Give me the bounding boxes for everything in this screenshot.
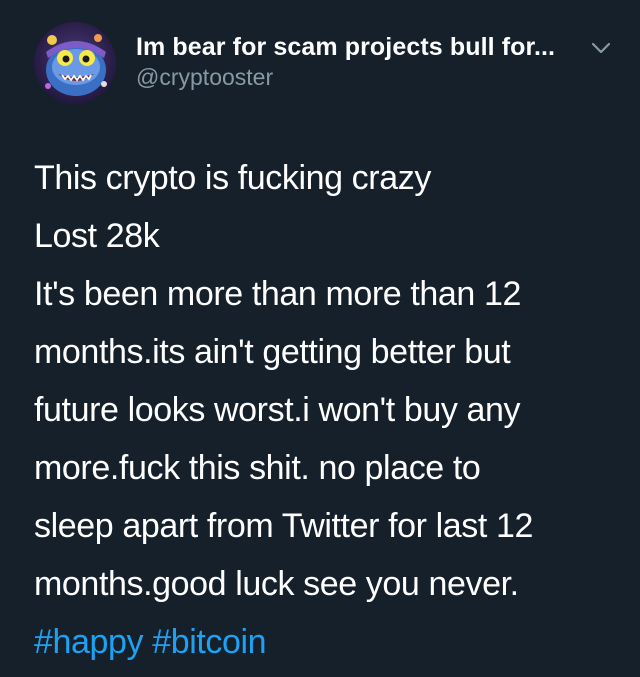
author-handle[interactable]: @cryptooster xyxy=(136,64,273,91)
tweet-text-line: future looks worst.i won't buy any xyxy=(34,391,521,429)
author-avatar[interactable] xyxy=(34,22,116,104)
author-display-name[interactable]: Im bear for scam projects bull for... xyxy=(136,33,555,62)
chevron-down-icon[interactable] xyxy=(588,35,614,61)
tweet-card: Im bear for scam projects bull for... @c… xyxy=(0,0,640,677)
tweet-text-line: Lost 28k xyxy=(34,217,160,255)
tweet-text-line: more.fuck this shit. no place to xyxy=(34,449,481,487)
tweet-text-line: months.its ain't getting better but xyxy=(34,333,511,371)
hashtag-bitcoin-link[interactable]: #bitcoin xyxy=(152,623,266,661)
tweet-text-line: It's been more than more than 12 xyxy=(34,275,521,313)
hashtag-happy-link[interactable]: #happy xyxy=(34,623,144,661)
tweet-body: This crypto is fucking crazy Lost 28k It… xyxy=(34,149,624,671)
tweet-text-line: months.good luck see you never. xyxy=(34,565,519,603)
avatar-cartoon-character-icon xyxy=(34,22,116,104)
tweet-header: Im bear for scam projects bull for... @c… xyxy=(34,22,624,108)
hashtag-line: #happy #bitcoin xyxy=(34,613,624,671)
tweet-text-line: sleep apart from Twitter for last 12 xyxy=(34,507,533,545)
tweet-text-line: This crypto is fucking crazy xyxy=(34,159,431,197)
